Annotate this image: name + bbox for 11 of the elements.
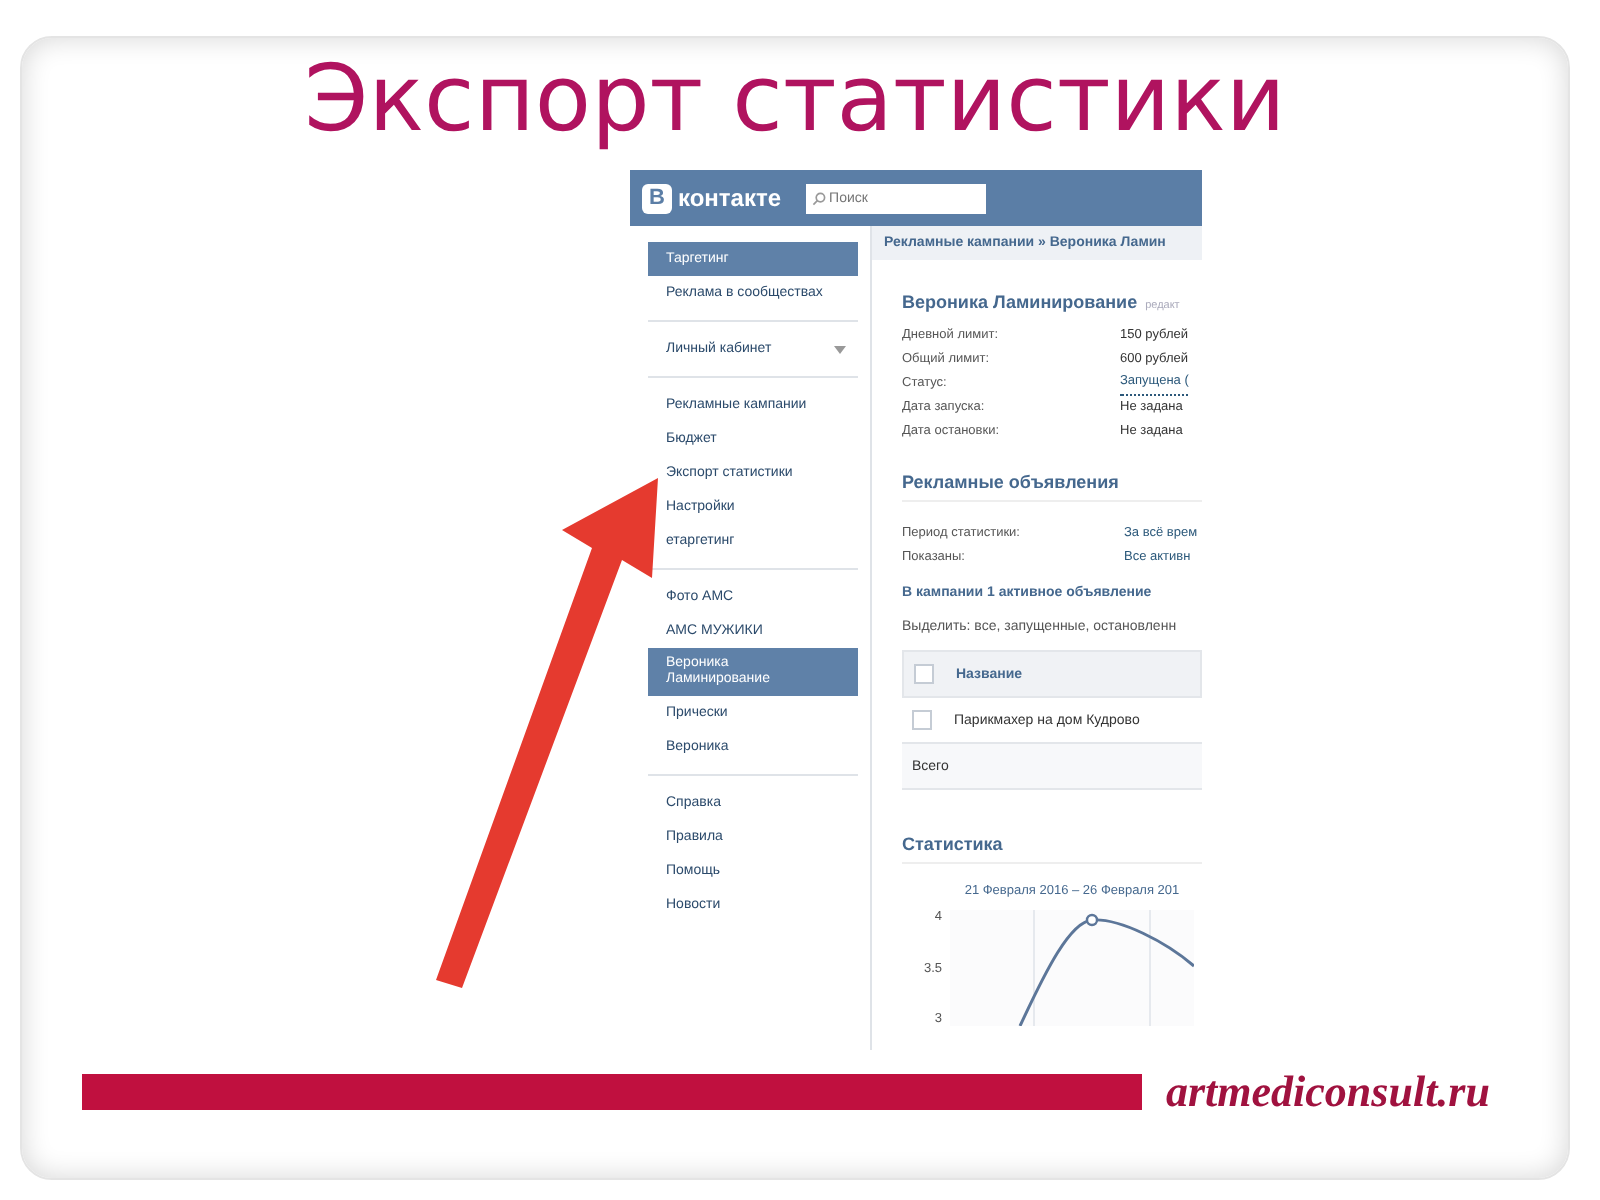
logo-text: контакте — [678, 184, 782, 212]
slide-title: Экспорт статистики — [304, 42, 1286, 154]
section-heading: Статистика — [902, 834, 1202, 864]
logo-badge: В — [642, 183, 672, 213]
footer-site-name: artmediconsult.ru — [1166, 1066, 1490, 1118]
caret-icon — [834, 345, 846, 353]
checkbox[interactable] — [912, 710, 932, 730]
search-icon — [811, 191, 826, 205]
campaign-title: Вероника Ламинирование — [902, 292, 1138, 312]
section-heading: Рекламные объявления — [902, 472, 1202, 502]
checkbox[interactable] — [914, 664, 934, 684]
